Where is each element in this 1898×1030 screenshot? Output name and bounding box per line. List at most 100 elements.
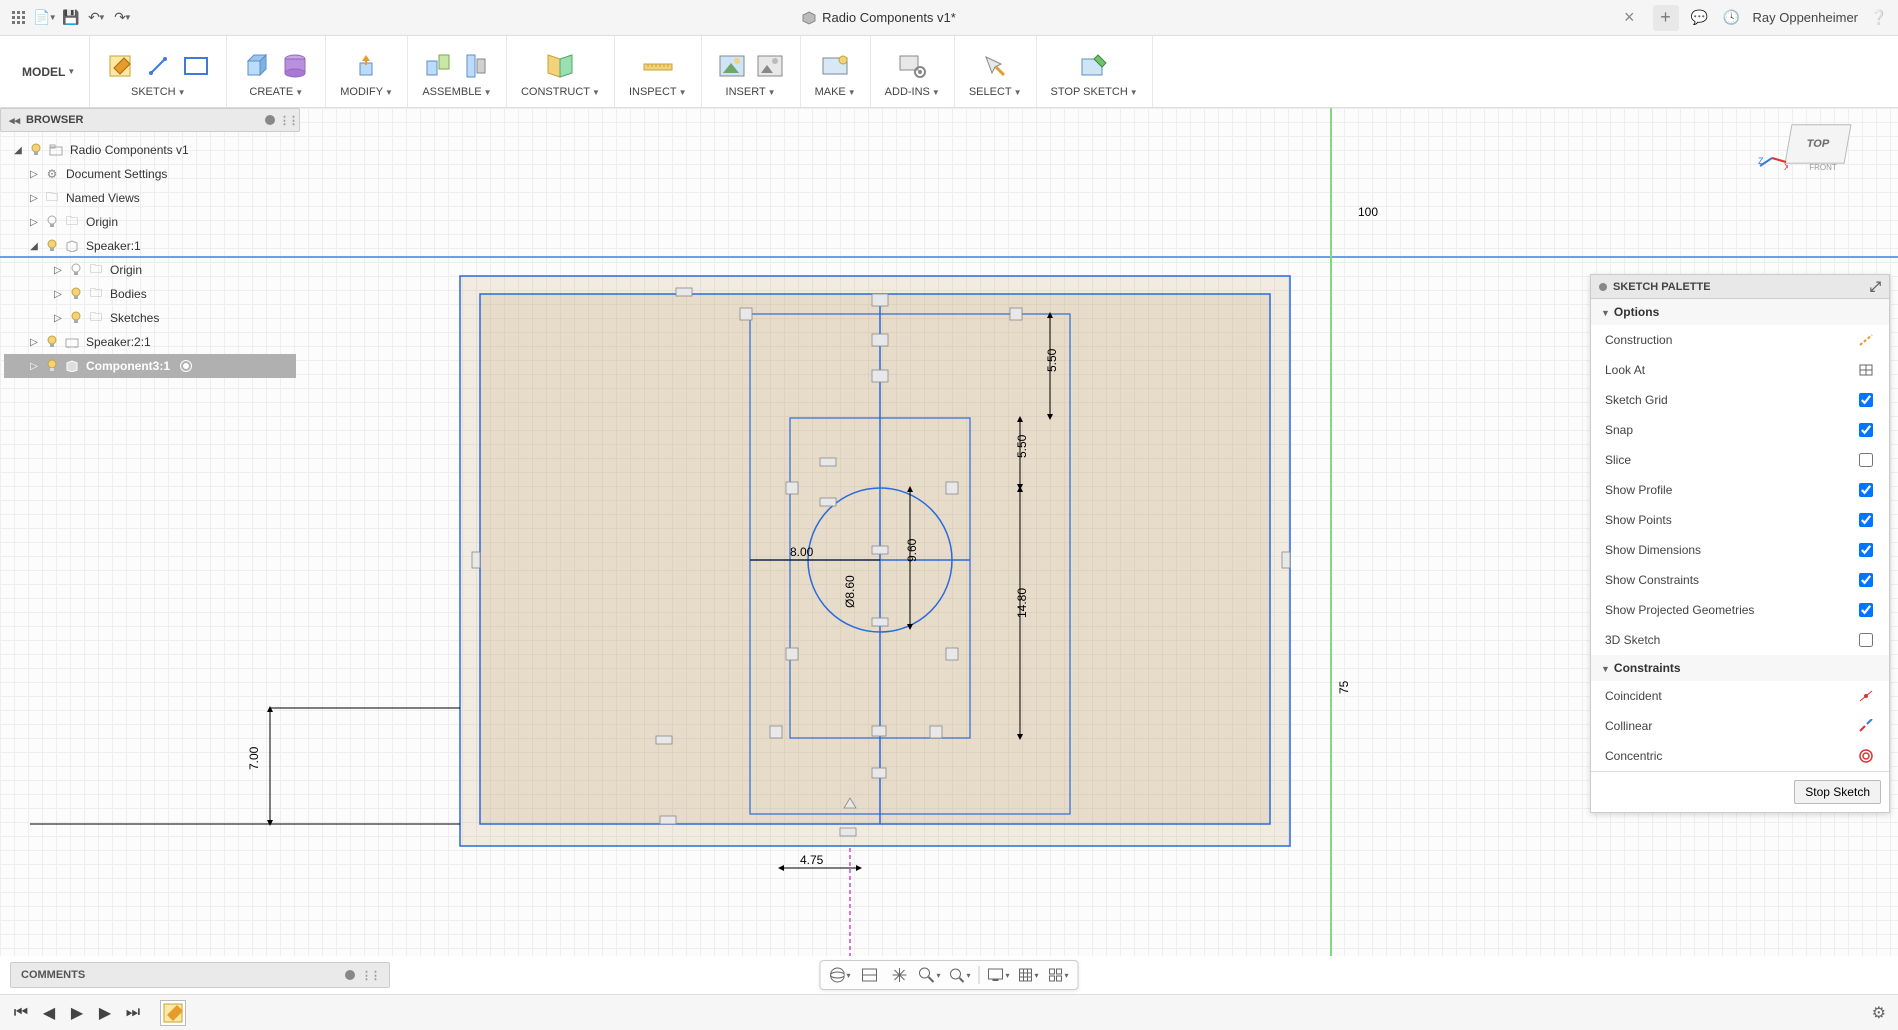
undo-icon[interactable]: ↶▼ <box>86 7 108 29</box>
browser-drag-icon[interactable]: ⋮⋮ <box>279 114 291 127</box>
browser-options-icon[interactable] <box>265 115 275 125</box>
viewcube-top-face[interactable]: TOP <box>1785 124 1852 163</box>
inspect-measure-icon[interactable] <box>642 50 674 82</box>
ribbon-stopsketch-label[interactable]: STOP SKETCH▼ <box>1051 86 1138 98</box>
close-tab-icon[interactable]: × <box>1624 7 1635 28</box>
lookat-icon[interactable] <box>1857 361 1875 379</box>
palette-header[interactable]: SKETCH PALETTE ⤢ <box>1591 275 1889 299</box>
palette-options-icon[interactable] <box>1599 283 1607 291</box>
tree-component3[interactable]: ▷ Component3:1 <box>4 354 296 378</box>
lightbulb-icon[interactable] <box>68 262 84 278</box>
palette-pin-icon[interactable]: ⤢ <box>1870 278 1881 295</box>
ribbon-insert-label[interactable]: INSERT▼ <box>726 86 776 98</box>
insert-decal-icon[interactable] <box>716 50 748 82</box>
construction-icon[interactable] <box>1857 331 1875 349</box>
workspace-selector[interactable]: MODEL▼ <box>8 36 90 107</box>
lightbulb-icon[interactable] <box>44 214 60 230</box>
constraint-concentric[interactable]: Concentric <box>1591 741 1889 771</box>
timeline-settings-icon[interactable]: ⚙ <box>1872 1003 1886 1023</box>
create-cylinder-icon[interactable] <box>279 50 311 82</box>
lightbulb-icon[interactable] <box>68 286 84 302</box>
browser-collapse-icon[interactable]: ◂◂ <box>9 114 20 127</box>
viewport-icon[interactable]: ▾ <box>1048 964 1070 986</box>
constraint-collinear[interactable]: Collinear <box>1591 711 1889 741</box>
addins-icon[interactable] <box>896 50 928 82</box>
ribbon-assemble-label[interactable]: ASSEMBLE▼ <box>422 86 491 98</box>
fit-icon[interactable]: ▾ <box>949 964 971 986</box>
timeline-next-icon[interactable]: ▶ <box>96 1004 114 1022</box>
comments-panel[interactable]: COMMENTS ⋮⋮ <box>10 962 390 988</box>
sketchgrid-checkbox[interactable] <box>1859 393 1873 407</box>
select-icon[interactable] <box>979 50 1011 82</box>
tree-speaker1-bodies[interactable]: ▷ 🗀 Bodies <box>4 282 296 306</box>
ribbon-create-label[interactable]: CREATE▼ <box>249 86 303 98</box>
assemble-joint2-icon[interactable] <box>460 50 492 82</box>
timeline-end-icon[interactable]: ⏭ <box>124 1004 142 1022</box>
sketch-line-icon[interactable] <box>142 50 174 82</box>
tree-doc-settings[interactable]: ▷ ⚙ Document Settings <box>4 162 296 186</box>
assemble-joint-icon[interactable] <box>422 50 454 82</box>
lightbulb-icon[interactable] <box>44 334 60 350</box>
app-grid-icon[interactable] <box>8 7 30 29</box>
file-icon[interactable]: 📄▼ <box>34 7 56 29</box>
timeline-feature-sketch[interactable] <box>160 1000 186 1026</box>
lightbulb-icon[interactable] <box>44 358 60 374</box>
chat-icon[interactable]: 💬 <box>1689 7 1711 29</box>
dim-dia-8.60[interactable]: Ø8.60 <box>843 575 857 608</box>
lookat-tool-icon[interactable] <box>859 964 881 986</box>
showprojected-checkbox[interactable] <box>1859 603 1873 617</box>
create-box-icon[interactable] <box>241 50 273 82</box>
redo-icon[interactable]: ↷▼ <box>112 7 134 29</box>
ribbon-construct-label[interactable]: CONSTRUCT▼ <box>521 86 600 98</box>
showconstraints-checkbox[interactable] <box>1859 573 1873 587</box>
viewcube[interactable]: TOP FRONT ZX <box>1788 124 1858 184</box>
slice-checkbox[interactable] <box>1859 453 1873 467</box>
dim-7.00[interactable]: 7.00 <box>30 706 460 826</box>
clock-icon[interactable]: 🕓 <box>1721 7 1743 29</box>
user-name[interactable]: Ray Oppenheimer <box>1753 10 1859 25</box>
tree-speaker1-origin[interactable]: ▷ 🗀 Origin <box>4 258 296 282</box>
showdimensions-checkbox[interactable] <box>1859 543 1873 557</box>
save-icon[interactable]: 💾 <box>60 7 82 29</box>
sketch-rect-icon[interactable] <box>180 50 212 82</box>
snap-checkbox[interactable] <box>1859 423 1873 437</box>
3dsketch-checkbox[interactable] <box>1859 633 1873 647</box>
comments-options-icon[interactable] <box>345 970 355 980</box>
ribbon-sketch-label[interactable]: SKETCH▼ <box>131 86 186 98</box>
browser-header[interactable]: ◂◂ BROWSER ⋮⋮ <box>0 108 300 132</box>
showprofile-checkbox[interactable] <box>1859 483 1873 497</box>
stop-sketch-icon[interactable] <box>1078 50 1110 82</box>
make-3dprint-icon[interactable] <box>819 50 851 82</box>
new-tab-button[interactable]: + <box>1653 5 1679 31</box>
tree-origin[interactable]: ▷ 🗀 Origin <box>4 210 296 234</box>
timeline-play-icon[interactable]: ▶ <box>68 1004 86 1022</box>
grid-display-icon[interactable]: ▾ <box>1018 964 1040 986</box>
stop-sketch-button[interactable]: Stop Sketch <box>1794 780 1881 804</box>
palette-options-header[interactable]: Options <box>1591 299 1889 325</box>
showpoints-checkbox[interactable] <box>1859 513 1873 527</box>
construct-plane-icon[interactable] <box>544 50 576 82</box>
tree-root[interactable]: ◢ Radio Components v1 <box>4 138 296 162</box>
orbit-icon[interactable]: ▾ <box>829 964 851 986</box>
ribbon-inspect-label[interactable]: INSPECT▼ <box>629 86 687 98</box>
sketch-create-icon[interactable] <box>104 50 136 82</box>
lightbulb-icon[interactable] <box>28 142 44 158</box>
tree-speaker1-sketches[interactable]: ▷ 🗀 Sketches <box>4 306 296 330</box>
ribbon-make-label[interactable]: MAKE▼ <box>815 86 856 98</box>
pan-icon[interactable] <box>889 964 911 986</box>
tree-speaker2[interactable]: ▷ Speaker:2:1 <box>4 330 296 354</box>
ribbon-addins-label[interactable]: ADD-INS▼ <box>885 86 940 98</box>
timeline-prev-icon[interactable]: ◀ <box>40 1004 58 1022</box>
palette-constraints-header[interactable]: Constraints <box>1591 655 1889 681</box>
ribbon-select-label[interactable]: SELECT▼ <box>969 86 1022 98</box>
option-lookat[interactable]: Look At <box>1591 355 1889 385</box>
insert-canvas-icon[interactable] <box>754 50 786 82</box>
option-construction[interactable]: Construction <box>1591 325 1889 355</box>
lightbulb-icon[interactable] <box>68 310 84 326</box>
timeline-start-icon[interactable]: ⏮ <box>12 1004 30 1022</box>
tree-speaker1[interactable]: ◢ Speaker:1 <box>4 234 296 258</box>
help-icon[interactable]: ❔ <box>1868 7 1890 29</box>
modify-presspull-icon[interactable] <box>351 50 383 82</box>
tree-named-views[interactable]: ▷ 🗀 Named Views <box>4 186 296 210</box>
comments-drag-icon[interactable]: ⋮⋮ <box>361 969 379 982</box>
